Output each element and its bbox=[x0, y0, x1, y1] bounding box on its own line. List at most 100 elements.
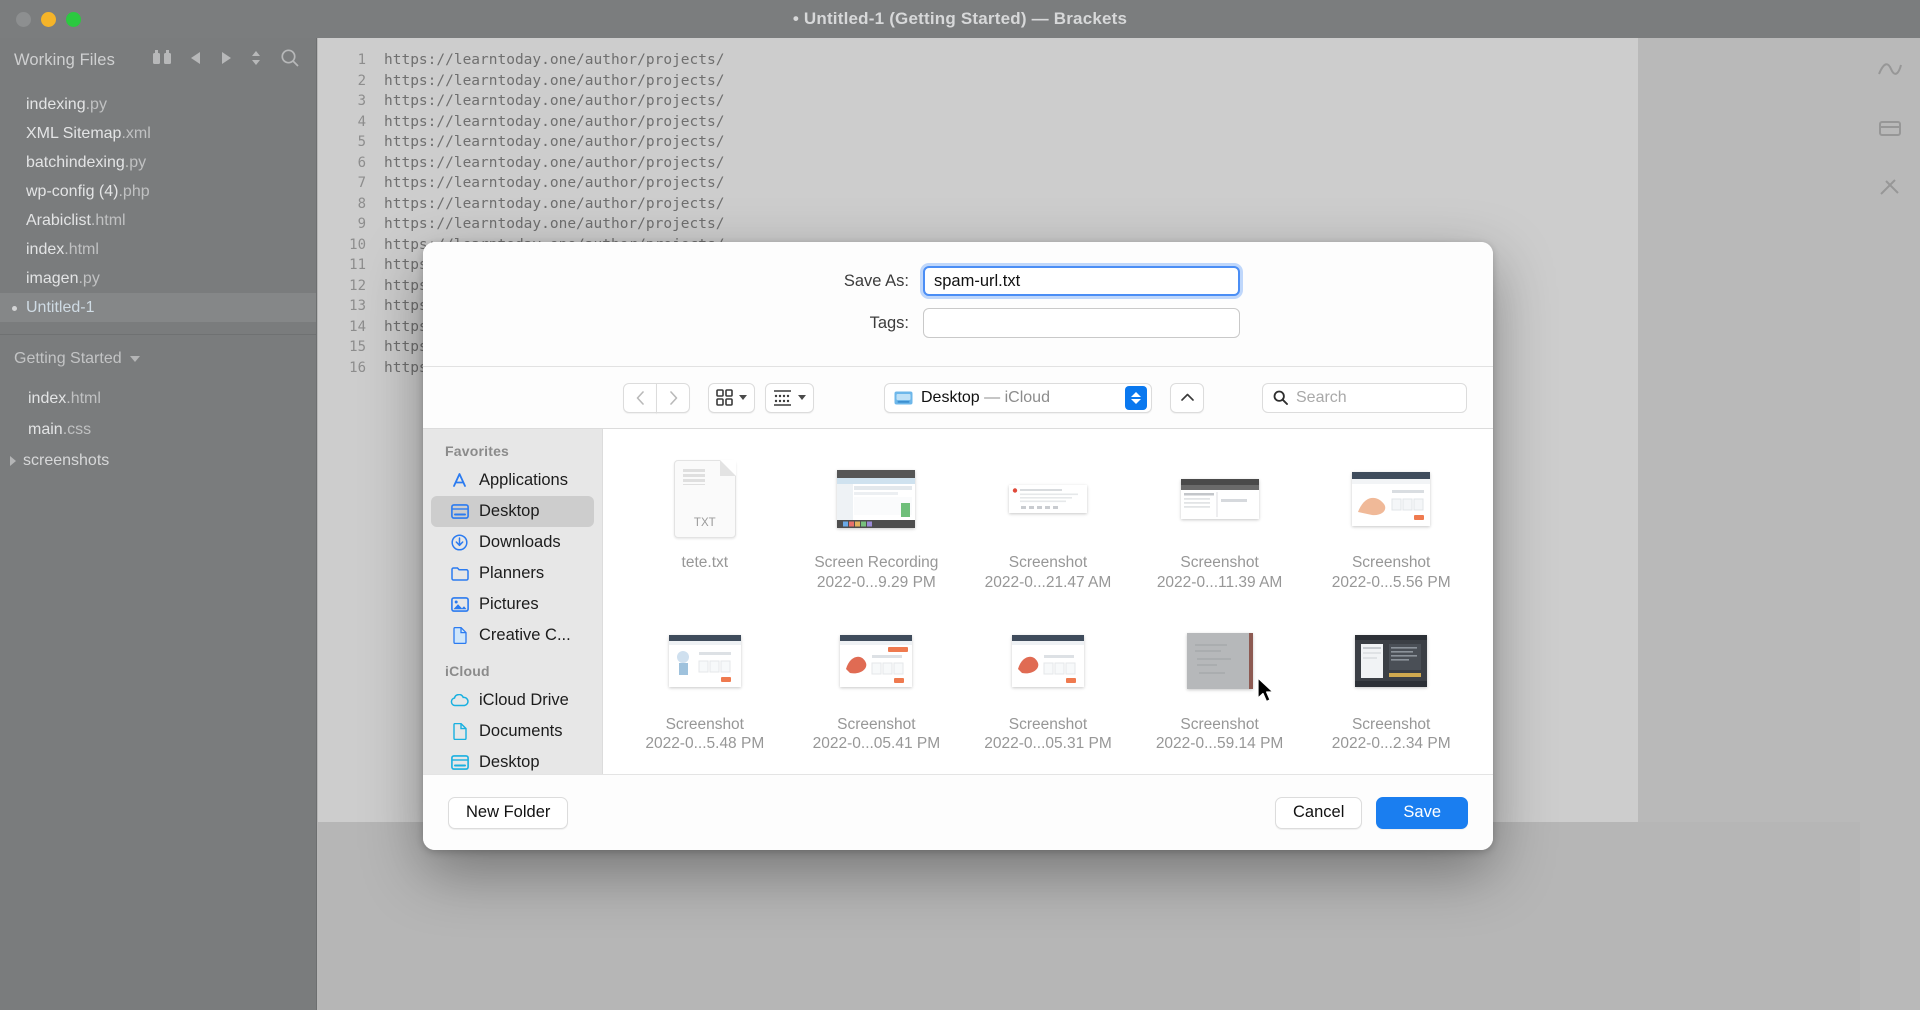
file-name: index bbox=[26, 241, 65, 258]
nav-back-icon[interactable] bbox=[190, 51, 202, 70]
file-item[interactable]: Screen Recording 2022-0...9.29 PM bbox=[791, 451, 963, 613]
cancel-button[interactable]: Cancel bbox=[1275, 796, 1363, 829]
working-file-item[interactable]: batchindexing.py bbox=[0, 148, 316, 177]
sidebar-item-planners[interactable]: Planners bbox=[431, 558, 594, 589]
sidebar-item-icloud-documents[interactable]: Documents bbox=[431, 716, 594, 747]
chevron-right-icon bbox=[10, 455, 16, 466]
sidebar-item-desktop[interactable]: Desktop bbox=[431, 496, 594, 527]
line-number: 12 bbox=[349, 277, 366, 294]
code-line: 4 https://learntoday.one/author/projects/ bbox=[318, 112, 1638, 133]
working-file-item[interactable]: XML Sitemap.xml bbox=[0, 119, 316, 148]
line-number: 16 bbox=[349, 359, 366, 376]
save-button[interactable]: Save bbox=[1376, 796, 1468, 829]
path-label: Desktop — iCloud bbox=[921, 389, 1117, 407]
working-file-item-active[interactable]: Untitled-1 bbox=[0, 293, 316, 322]
unsaved-dot-icon bbox=[12, 306, 17, 311]
file-item[interactable]: Screenshot 2022-0...11.39 AM bbox=[1134, 451, 1306, 613]
sidebar-item-label: Planners bbox=[479, 564, 545, 582]
file-ext: .css bbox=[62, 421, 92, 438]
file-item[interactable]: TXT tete.txt bbox=[619, 451, 791, 613]
screenshot-doc-thumbnail bbox=[1008, 485, 1087, 513]
sidebar-item-label: Desktop bbox=[479, 753, 540, 771]
search-icon[interactable] bbox=[280, 48, 300, 73]
tree-item-index-html[interactable]: index.html bbox=[0, 383, 316, 414]
file-name-line2: 2022-0...9.29 PM bbox=[816, 573, 936, 591]
working-file-item[interactable]: wp-config (4).php bbox=[0, 177, 316, 206]
path-popup-button[interactable]: Desktop — iCloud bbox=[884, 382, 1152, 413]
live-preview-icon[interactable] bbox=[1877, 58, 1903, 85]
mouse-cursor bbox=[1257, 677, 1278, 711]
file-name-line2: 2022-0...59.14 PM bbox=[1155, 735, 1284, 753]
nav-forward-icon[interactable] bbox=[220, 51, 232, 70]
file-thumbnail bbox=[619, 617, 791, 705]
line-text: https://learntoday.one/author/projects/ bbox=[384, 175, 725, 192]
code-line: 3 https://learntoday.one/author/projects/ bbox=[318, 91, 1638, 112]
sidebar-item-creative-cloud[interactable]: Creative C... bbox=[431, 620, 594, 651]
line-number: 8 bbox=[357, 195, 366, 212]
save-dialog-toolbar: Desktop — iCloud Search bbox=[423, 367, 1493, 429]
back-button[interactable] bbox=[623, 382, 657, 413]
working-file-item[interactable]: indexing.py bbox=[0, 90, 316, 119]
sidebar-item-pictures[interactable]: Pictures bbox=[431, 589, 594, 620]
screenshot-gray-thumbnail bbox=[1186, 632, 1253, 689]
sidebar-item-label: Downloads bbox=[479, 533, 561, 551]
line-text: https://learntoday.one/author/projects/ bbox=[384, 195, 725, 212]
sidebar-item-applications[interactable]: Applications bbox=[431, 465, 594, 496]
working-file-item[interactable]: imagen.py bbox=[0, 264, 316, 293]
new-folder-button[interactable]: New Folder bbox=[448, 796, 569, 829]
file-ext: .xml bbox=[121, 125, 151, 142]
forward-button[interactable] bbox=[656, 382, 690, 413]
file-item[interactable]: Screenshot 2022-0...5.56 PM bbox=[1305, 451, 1477, 613]
screenshot-console-thumbnail bbox=[1180, 479, 1259, 519]
tags-input[interactable] bbox=[923, 308, 1240, 338]
line-text: https://learntoday.one/author/projects/ bbox=[384, 216, 725, 233]
sidebar-item-icloud-desktop[interactable]: Desktop bbox=[431, 747, 594, 774]
split-view-icon[interactable] bbox=[152, 49, 172, 71]
up-down-stepper-icon[interactable] bbox=[1125, 385, 1147, 410]
file-name-line2: 2022-0...2.34 PM bbox=[1331, 735, 1451, 753]
theme-icon[interactable] bbox=[1877, 176, 1903, 203]
path-primary: Desktop bbox=[921, 388, 980, 406]
tree-item-main-css[interactable]: main.css bbox=[0, 414, 316, 445]
search-icon bbox=[1273, 390, 1288, 405]
working-file-item[interactable]: index.html bbox=[0, 235, 316, 264]
list-view-button[interactable] bbox=[765, 382, 814, 413]
file-name: XML Sitemap bbox=[26, 125, 122, 142]
sidebar-item-label: Pictures bbox=[479, 595, 539, 613]
file-label: Screenshot 2022-0...59.14 PM bbox=[1156, 715, 1284, 755]
line-number: 7 bbox=[357, 175, 366, 192]
project-name: Getting Started bbox=[14, 350, 122, 367]
file-item[interactable]: Screenshot 2022-0...5.48 PM bbox=[619, 613, 791, 774]
sidebar-item-downloads[interactable]: Downloads bbox=[431, 527, 594, 558]
project-header[interactable]: Getting Started bbox=[0, 335, 316, 383]
group-by-button[interactable] bbox=[1170, 382, 1204, 413]
file-ext: .py bbox=[124, 154, 147, 171]
extension-manager-icon[interactable] bbox=[1877, 117, 1903, 144]
icon-view-button[interactable] bbox=[708, 382, 755, 413]
save-as-input[interactable] bbox=[923, 266, 1240, 296]
editor-empty-area bbox=[318, 822, 1920, 1010]
tree-item-screenshots[interactable]: screenshots bbox=[0, 445, 316, 476]
file-item[interactable]: Screenshot 2022-0...21.47 AM bbox=[962, 451, 1134, 613]
sidebar-item-icloud-drive[interactable]: iCloud Drive bbox=[431, 685, 594, 716]
file-item[interactable]: Screenshot 2022-0...2.34 PM bbox=[1305, 613, 1477, 774]
section-title-favorites: Favorites bbox=[445, 443, 510, 459]
file-item[interactable]: Screenshot 2022-0...05.31 PM bbox=[962, 613, 1134, 774]
file-name: batchindexing bbox=[26, 154, 125, 171]
search-field[interactable]: Search bbox=[1262, 382, 1467, 413]
save-as-label: Save As: bbox=[843, 271, 909, 290]
line-text: https://learntoday.one/author/projects/ bbox=[384, 52, 725, 69]
file-item[interactable]: Screenshot 2022-0...05.41 PM bbox=[791, 613, 963, 774]
file-grid[interactable]: TXT tete.txt Screen Recording 2022-0...9… bbox=[603, 429, 1493, 774]
working-file-item[interactable]: Arabiclist.html bbox=[0, 206, 316, 235]
folder-name: screenshots bbox=[23, 452, 110, 469]
file-thumbnail bbox=[1134, 455, 1306, 543]
desktop-icon bbox=[449, 504, 470, 519]
sort-icon[interactable] bbox=[250, 50, 262, 71]
file-name-line1: Screen Recording bbox=[814, 554, 939, 571]
line-number: 4 bbox=[357, 113, 366, 130]
file-item[interactable]: Screenshot 2022-0...59.14 PM bbox=[1134, 613, 1306, 774]
chevron-down-icon bbox=[798, 395, 806, 400]
file-ext: .html bbox=[90, 212, 126, 229]
line-number: 6 bbox=[357, 154, 366, 171]
